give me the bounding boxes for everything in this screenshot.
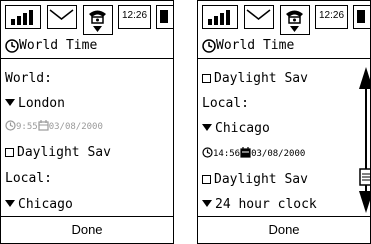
scrollbar[interactable] <box>356 65 371 215</box>
local-label: Local: <box>202 96 249 111</box>
dropdown-triangle-icon <box>202 124 212 131</box>
local-label: Local: <box>5 171 52 186</box>
status-bar: 12:26 <box>1 1 173 35</box>
clock-icon <box>202 147 213 158</box>
page-title: World Time <box>216 38 295 53</box>
title-bar: World Time <box>1 35 173 59</box>
local-city-value: Chicago <box>18 197 73 212</box>
battery-icon <box>156 5 173 29</box>
signal-strength-icon <box>202 5 238 29</box>
mail-icon[interactable] <box>244 5 274 29</box>
local-date-value: 03/08/2000 <box>251 149 306 159</box>
world-daylight-checkbox[interactable]: Daylight Sav <box>202 71 308 87</box>
world-daylight-checkbox[interactable]: Daylight Sav <box>5 145 111 161</box>
mail-icon[interactable] <box>47 5 77 29</box>
done-button[interactable]: Done <box>198 216 370 243</box>
checkbox-icon <box>5 148 14 157</box>
world-daylight-label: Daylight Sav <box>17 145 111 160</box>
clock-icon <box>202 39 216 53</box>
clock-format-value: 24 hour clock <box>215 197 317 212</box>
calendar-icon <box>38 120 49 131</box>
status-time: 12:26 <box>315 5 348 29</box>
battery-icon <box>353 5 370 29</box>
local-city-dropdown[interactable]: Chicago <box>202 121 270 137</box>
clock-icon <box>5 39 19 53</box>
world-time-screen-left: 12:26 World Time World: London 9:55 03/0… <box>0 0 174 244</box>
status-bar: 12:26 <box>198 1 370 35</box>
title-bar: World Time <box>198 35 370 59</box>
dropdown-triangle-icon <box>5 99 15 106</box>
dropdown-triangle-icon <box>5 200 15 207</box>
world-label: World: <box>5 71 52 86</box>
phone-icon[interactable] <box>280 5 310 35</box>
done-button[interactable]: Done <box>1 216 173 243</box>
phone-icon[interactable] <box>83 5 113 35</box>
local-city-dropdown[interactable]: Chicago <box>5 197 73 213</box>
world-time-value: 9:55 <box>16 122 38 132</box>
clock-icon <box>5 120 16 131</box>
clock-format-dropdown[interactable]: 24 hour clock <box>202 197 317 213</box>
page-title: World Time <box>19 38 98 53</box>
world-time-screen-right: 12:26 World Time Daylight Sav Local: Chi… <box>197 0 371 244</box>
checkbox-icon <box>202 175 211 184</box>
local-city-value: Chicago <box>215 121 270 136</box>
calendar-icon <box>240 147 251 158</box>
world-city-value: London <box>18 96 65 111</box>
local-daylight-label: Daylight Sav <box>214 172 308 187</box>
local-time-date-row: 14:56 03/08/2000 <box>202 147 305 161</box>
local-time-value: 14:56 <box>213 149 241 159</box>
dropdown-triangle-icon <box>202 200 212 207</box>
world-city-dropdown[interactable]: London <box>5 96 65 112</box>
checkbox-icon <box>202 74 211 83</box>
status-time: 12:26 <box>118 5 151 29</box>
signal-strength-icon <box>5 5 41 29</box>
world-daylight-label: Daylight Sav <box>214 71 308 86</box>
local-daylight-checkbox[interactable]: Daylight Sav <box>202 172 308 188</box>
scrollbar[interactable] <box>171 65 174 215</box>
world-time-date-row: 9:55 03/08/2000 <box>5 120 103 134</box>
world-date-value: 03/08/2000 <box>48 122 103 132</box>
